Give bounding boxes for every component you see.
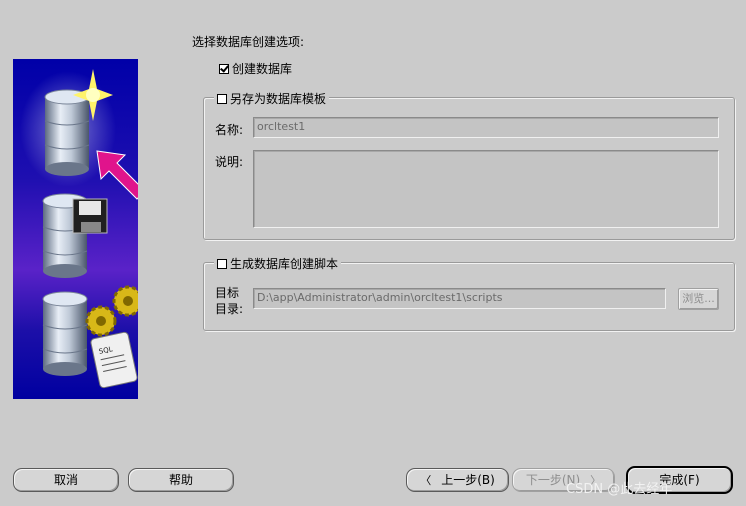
checkbox-checked-icon (219, 64, 229, 74)
create-database-label: 创建数据库 (232, 62, 293, 76)
floppy-disk-icon (72, 198, 108, 234)
arrow-icon (96, 150, 146, 200)
script-directory-label-line2: 目录: (215, 302, 244, 316)
template-name-input[interactable]: orcltest1 (253, 117, 719, 138)
generate-scripts-checkbox[interactable]: 生成数据库创建脚本 (214, 255, 342, 272)
template-description-label: 说明: (215, 155, 244, 169)
create-database-checkbox[interactable]: 创建数据库 (219, 60, 292, 77)
script-directory-label-line1: 目标 (215, 286, 240, 300)
script-directory-label: 目标 目录: (215, 285, 243, 317)
database-illustration-icon: SQL (20, 69, 146, 389)
checkbox-unchecked-icon (217, 94, 227, 104)
back-button-label: 上一步(B) (441, 473, 495, 487)
save-template-checkbox[interactable]: 另存为数据库模板 (214, 90, 330, 107)
wizard-illustration: SQL (13, 59, 146, 399)
save-template-label: 另存为数据库模板 (230, 92, 327, 106)
template-name-label: 名称: (215, 123, 244, 137)
sql-scroll-icon: SQL (90, 331, 138, 389)
checkbox-unchecked-icon (217, 259, 227, 269)
help-button[interactable]: 帮助 (128, 468, 234, 492)
browse-button[interactable]: 浏览... (678, 288, 719, 310)
generate-scripts-label: 生成数据库创建脚本 (230, 257, 339, 271)
page-heading: 选择数据库创建选项: (192, 35, 305, 49)
back-button[interactable]: 〈上一步(B) (406, 468, 509, 492)
template-description-textarea[interactable] (253, 150, 719, 228)
cancel-button[interactable]: 取消 (13, 468, 119, 492)
gear-icon (85, 285, 144, 337)
database-cylinder-top-icon (44, 89, 90, 176)
chevron-left-icon: 〈 (420, 474, 432, 487)
watermark-text: CSDN @此去经年 (566, 482, 673, 497)
database-cylinder-bottom-icon (42, 291, 88, 376)
script-directory-input[interactable]: D:\app\Administrator\admin\orcltest1\scr… (253, 288, 666, 309)
